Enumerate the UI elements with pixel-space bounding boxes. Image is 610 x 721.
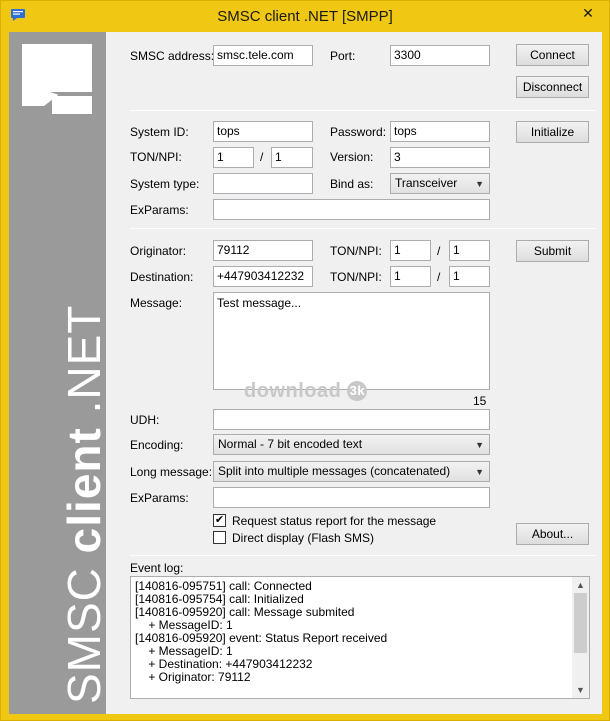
encoding-value: Normal - 7 bit encoded text [218,437,363,451]
divider [130,228,596,229]
close-icon: ✕ [582,4,594,21]
originator-ton-input[interactable]: 1 [390,240,431,261]
message-exparams-input[interactable] [213,487,490,508]
udh-label: UDH: [130,413,160,427]
chevron-down-icon: ▼ [475,467,484,477]
originator-ton-npi-label: TON/NPI: [330,244,382,258]
flash-sms-label: Direct display (Flash SMS) [232,531,375,545]
sidebar-text-bold: client [58,427,110,554]
ton-npi-label: TON/NPI: [130,150,182,164]
npi-input[interactable]: 1 [271,147,313,168]
password-input[interactable]: tops [390,121,490,142]
system-id-label: System ID: [130,125,189,139]
disconnect-button[interactable]: Disconnect [516,76,589,98]
encoding-label: Encoding: [130,438,184,452]
message-label: Message: [130,296,183,310]
watermark-badge: 3k [347,381,368,401]
long-message-select[interactable]: Split into multiple messages (concatenat… [213,461,490,482]
exparams-label: ExParams: [130,203,189,217]
scroll-down-icon[interactable]: ▼ [572,682,589,698]
smsc-address-input[interactable]: smsc.tele.com [213,45,313,66]
destination-ton-input[interactable]: 1 [390,266,431,287]
flash-sms-checkbox[interactable] [213,531,226,544]
version-input[interactable]: 3 [390,147,490,168]
connect-button[interactable]: Connect [516,44,589,66]
port-label: Port: [330,49,356,63]
main-panel: SMSC client .NET SMSC address: smsc.tele… [9,32,602,714]
scroll-up-icon[interactable]: ▲ [572,577,589,593]
watermark-text: download [244,380,342,402]
event-log-scrollbar[interactable]: ▲ ▼ [572,577,589,698]
chevron-down-icon: ▼ [475,179,484,189]
window-title: SMSC client .NET [SMPP] [217,8,393,25]
originator-separator: / [437,244,441,258]
ton-input[interactable]: 1 [213,147,254,168]
password-label: Password: [330,125,387,139]
long-message-label: Long message: [130,465,213,479]
message-textarea[interactable]: Test message... [213,292,490,390]
bind-exparams-input[interactable] [213,199,490,220]
title-bar: SMSC client .NET [SMPP] ✕ [1,1,609,32]
system-type-input[interactable] [213,173,313,194]
sidebar-text-tail: .NET [58,304,110,428]
app-window: SMSC client .NET [SMPP] ✕ SMSC client .N… [0,0,610,721]
status-report-checkbox[interactable]: ✔ [213,514,226,527]
sidebar-text-light: SMSC [58,553,110,704]
submit-button[interactable]: Submit [516,240,589,262]
udh-input[interactable] [213,409,490,430]
originator-npi-input[interactable]: 1 [449,240,490,261]
initialize-button[interactable]: Initialize [516,121,589,143]
char-count: 15 [473,394,487,408]
divider [130,555,596,556]
system-id-input[interactable]: tops [213,121,313,142]
close-button[interactable]: ✕ [574,2,602,24]
destination-input[interactable]: +447903412232 [213,266,313,287]
sidebar-product-name: SMSC client .NET [57,305,111,704]
status-report-label: Request status report for the message [232,514,437,528]
download-watermark: download 3k [244,380,368,403]
destination-npi-input[interactable]: 1 [449,266,490,287]
message-text: Test message... [217,296,302,310]
smsc-address-label: SMSC address: [130,49,215,63]
sidebar-banner: SMSC client .NET [9,32,110,714]
event-log-label: Event log: [130,561,184,575]
smsc-logo-icon [22,44,92,114]
bind-as-select[interactable]: Transceiver ▼ [390,173,490,194]
event-log[interactable]: [140816-095751] call: Connected [140816-… [130,576,590,699]
originator-label: Originator: [130,244,187,258]
encoding-select[interactable]: Normal - 7 bit encoded text ▼ [213,434,490,455]
scrollbar-thumb[interactable] [574,593,587,653]
long-message-value: Split into multiple messages (concatenat… [218,464,451,478]
bind-as-value: Transceiver [395,176,458,190]
bind-as-label: Bind as: [330,177,374,191]
system-type-label: System type: [130,177,200,191]
about-button[interactable]: About... [516,523,589,545]
message-exparams-label: ExParams: [130,491,189,505]
divider [130,110,596,111]
destination-label: Destination: [130,270,194,284]
chevron-down-icon: ▼ [475,440,484,450]
check-icon: ✔ [214,514,225,526]
destination-ton-npi-label: TON/NPI: [330,270,382,284]
log-line: + Originator: 79112 [135,670,251,684]
port-input[interactable]: 3300 [390,45,490,66]
destination-separator: / [437,270,441,284]
ton-npi-separator: / [260,150,264,164]
version-label: Version: [330,150,374,164]
originator-input[interactable]: 79112 [213,240,313,261]
